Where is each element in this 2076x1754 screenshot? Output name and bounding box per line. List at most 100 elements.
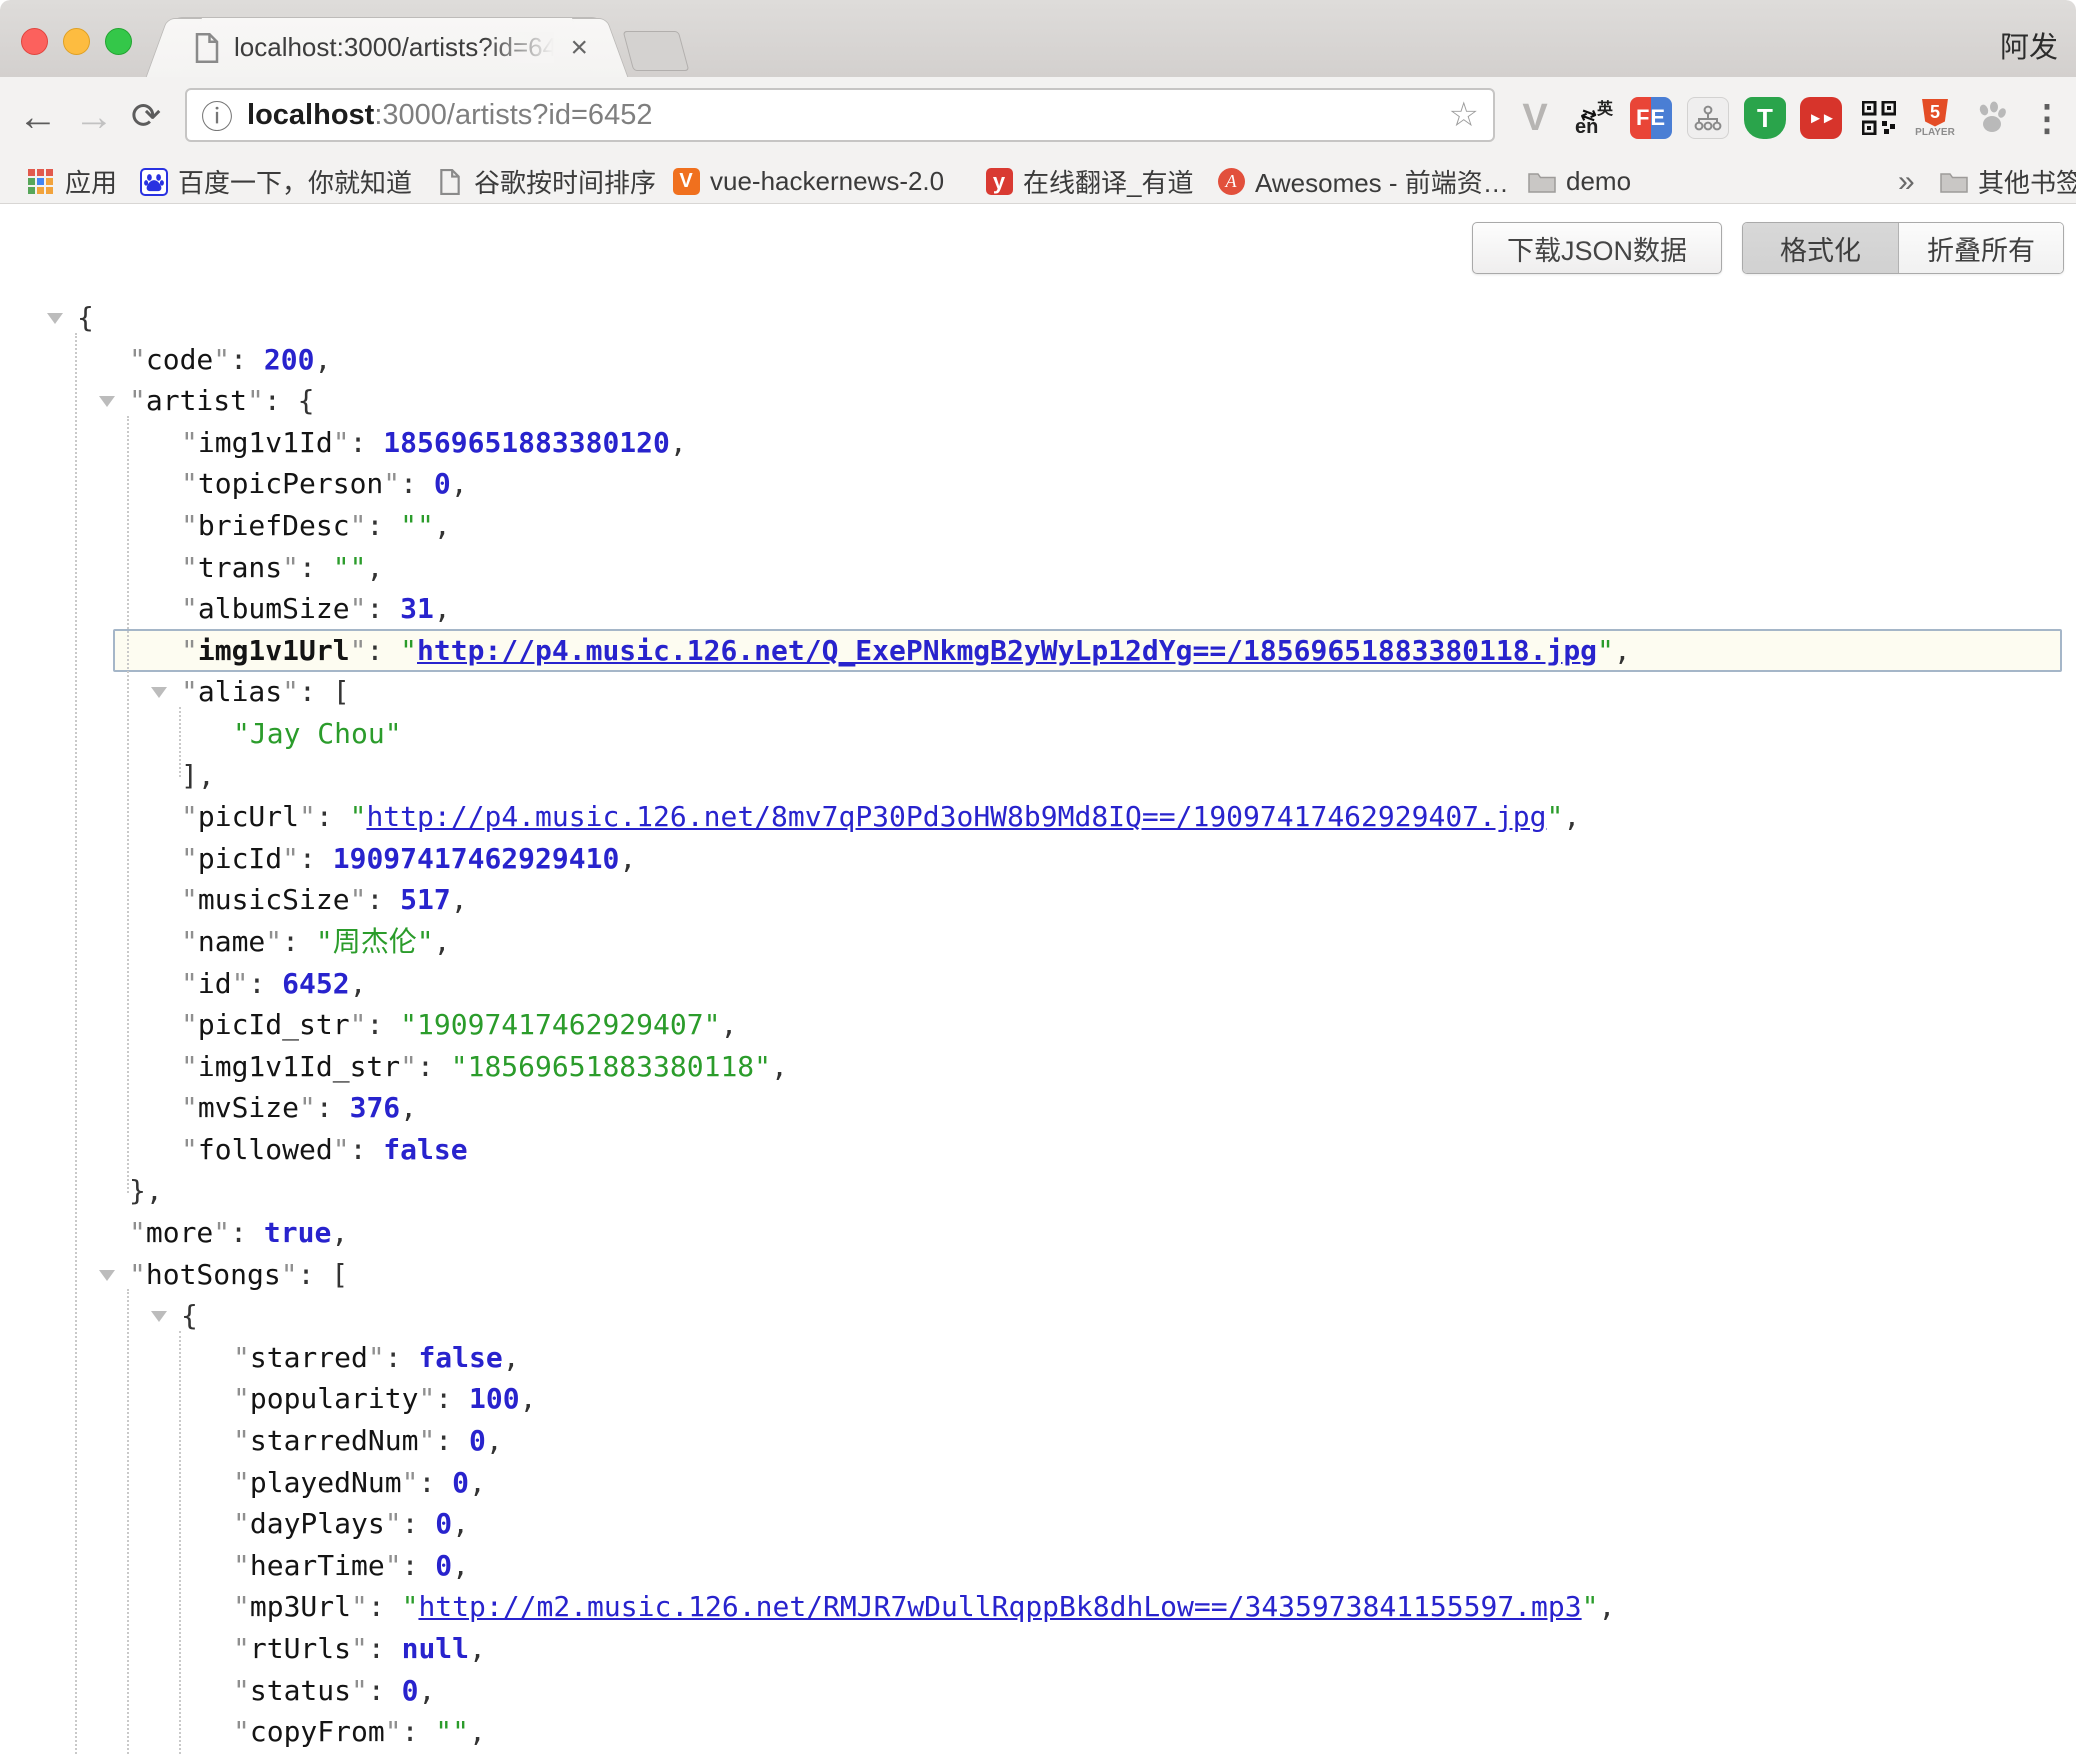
fe-extension-icon[interactable]: FE — [1630, 97, 1672, 139]
baidu-paw-icon — [140, 168, 168, 196]
json-line: "alias": [ — [0, 671, 2076, 713]
vue-v-icon: V — [672, 168, 700, 196]
json-line: "picId": 19097417462929410, — [0, 838, 2076, 880]
bookmark-folder-demo[interactable]: demo — [1528, 160, 1631, 203]
folder-icon — [1528, 168, 1556, 196]
bookmarks-bar: 应用 百度一下，你就知道 谷歌按时间排序 — [0, 160, 2076, 204]
paw-extension-icon[interactable] — [1970, 97, 2012, 139]
bookmark-youdao-translate[interactable]: y 在线翻译_有道 — [985, 160, 1193, 203]
translate-extension-icon[interactable]: 英 ⇄ en — [1573, 97, 1615, 139]
reload-icon[interactable]: ⟳ — [131, 91, 161, 141]
json-line: "id": 6452, — [0, 963, 2076, 1005]
download-json-button[interactable]: 下载JSON数据 — [1472, 222, 1722, 274]
json-line: "followed": false — [0, 1129, 2076, 1171]
json-line: "hotSongs": [ — [0, 1254, 2076, 1296]
indent-guide-line — [179, 707, 181, 777]
json-line: "playedNum": 0, — [0, 1462, 2076, 1504]
collapse-toggle-icon[interactable] — [151, 687, 167, 698]
json-viewer: { "code": 200,"artist": {"img1v1Id": 1856… — [0, 297, 2076, 1754]
bookmark-star-icon[interactable]: ☆ — [1449, 95, 1479, 135]
json-line: "rtUrls": null, — [0, 1628, 2076, 1670]
folder-icon — [1940, 168, 1968, 196]
bookmark-awesomes[interactable]: A Awesomes - 前端资… — [1217, 160, 1509, 203]
indent-guide-line — [127, 416, 129, 1194]
bookmark-vue-hackernews[interactable]: V vue-hackernews-2.0 — [672, 160, 944, 203]
page-favicon-icon — [194, 33, 220, 63]
json-line: "img1v1Id": 18569651883380120, — [0, 422, 2076, 464]
json-line: { — [0, 1295, 2076, 1337]
json-url-link[interactable]: http://p4.music.126.net/Q_ExePNkmgB2yWyL… — [417, 634, 1597, 667]
json-line: "briefDesc": "", — [0, 505, 2076, 547]
indent-guide-line — [75, 333, 77, 1754]
json-line: "mp3Url": "http://m2.music.126.net/RMJR7… — [0, 1586, 2076, 1628]
forward-icon[interactable]: → — [74, 89, 114, 145]
browser-menu-icon[interactable]: ⋮ — [2026, 97, 2068, 139]
page-info-icon[interactable]: ⓘ — [201, 92, 233, 138]
tab-title-fade — [484, 32, 554, 63]
collapse-all-button[interactable]: 折叠所有 — [1899, 223, 2063, 273]
close-window-button[interactable] — [21, 28, 48, 55]
document-icon — [436, 168, 464, 196]
collapse-toggle-icon[interactable] — [99, 1270, 115, 1281]
url-text[interactable]: localhost:3000/artists?id=6452 — [247, 99, 652, 132]
json-line: "code": 200, — [0, 339, 2076, 381]
traffic-lights — [21, 28, 132, 55]
collapse-toggle-icon[interactable] — [99, 396, 115, 407]
collapse-toggle-icon[interactable] — [151, 1311, 167, 1322]
indent-guide-line — [127, 1289, 129, 1754]
json-line: "Jay Chou" — [0, 713, 2076, 755]
profile-name[interactable]: 阿发 — [2000, 24, 2058, 66]
bookmarks-overflow-chevron[interactable]: » — [1898, 160, 1915, 203]
bookmark-baidu[interactable]: 百度一下，你就知道 — [140, 160, 412, 203]
toolbar: ← → ⟳ ⓘ localhost:3000/artists?id=6452 ☆… — [0, 77, 2076, 160]
json-line: "copyFrom": "", — [0, 1711, 2076, 1753]
back-icon[interactable]: ← — [18, 89, 58, 145]
qr-code-icon[interactable] — [1858, 97, 1900, 139]
tampermonkey-shield-icon[interactable]: T — [1744, 97, 1786, 139]
tab-strip: localhost:3000/artists?id=645 × 阿发 — [0, 0, 2076, 77]
collapse-toggle-icon[interactable] — [47, 313, 63, 324]
json-line: "musicSize": 517, — [0, 879, 2076, 921]
json-line: "mvSize": 376, — [0, 1087, 2076, 1129]
format-collapse-segmented-control: 格式化 折叠所有 — [1742, 222, 2064, 274]
bookmark-google-sort[interactable]: 谷歌按时间排序 — [436, 160, 656, 203]
indent-guide-line — [179, 1331, 181, 1754]
json-line: "popularity": 100, — [0, 1378, 2076, 1420]
sitemap-extension-icon[interactable] — [1687, 97, 1729, 139]
vue-devtools-icon[interactable]: V — [1514, 97, 1556, 139]
format-button[interactable]: 格式化 — [1743, 223, 1899, 273]
address-bar[interactable]: ⓘ localhost:3000/artists?id=6452 ☆ — [185, 88, 1495, 142]
json-line: "status": 0, — [0, 1670, 2076, 1712]
new-tab-button[interactable] — [623, 31, 690, 71]
json-line: "img1v1Id_str": "18569651883380118", — [0, 1046, 2076, 1088]
json-line: "trans": "", — [0, 547, 2076, 589]
json-line: "img1v1Url": "http://p4.music.126.net/Q_… — [0, 630, 2076, 672]
json-line: "artist": { — [0, 380, 2076, 422]
json-url-link[interactable]: http://m2.music.126.net/RMJR7wDullRqppBk… — [418, 1590, 1581, 1623]
json-line: "starredNum": 0, — [0, 1420, 2076, 1462]
bookmark-apps[interactable]: 应用 — [27, 160, 117, 203]
zoom-window-button[interactable] — [105, 28, 132, 55]
video-speed-icon[interactable]: ►► — [1800, 97, 1842, 139]
apps-grid-icon — [27, 168, 55, 196]
other-bookmarks-folder[interactable]: 其他书签 — [1940, 160, 2076, 203]
json-line: "topicPerson": 0, — [0, 463, 2076, 505]
json-line: "hearTime": 0, — [0, 1545, 2076, 1587]
tab-close-icon[interactable]: × — [570, 33, 588, 63]
json-line: }, — [0, 1170, 2076, 1212]
json-url-link[interactable]: http://p4.music.126.net/8mv7qP30Pd3oHW8b… — [366, 800, 1546, 833]
json-line: "starred": false, — [0, 1337, 2076, 1379]
json-line: "albumSize": 31, — [0, 588, 2076, 630]
json-line: "more": true, — [0, 1212, 2076, 1254]
browser-window: localhost:3000/artists?id=645 × 阿发 ← → ⟳… — [0, 0, 2076, 1754]
tab-title: localhost:3000/artists?id=645 — [234, 32, 554, 63]
youdao-y-icon: y — [985, 168, 1013, 196]
minimize-window-button[interactable] — [63, 28, 90, 55]
json-line: "picId_str": "19097417462929407", — [0, 1004, 2076, 1046]
browser-tab[interactable]: localhost:3000/artists?id=645 × — [172, 17, 602, 77]
html5-player-icon[interactable]: 5 PLAYER — [1914, 97, 1956, 139]
json-line: "dayPlays": 0, — [0, 1503, 2076, 1545]
awesomes-a-icon: A — [1217, 168, 1245, 196]
json-line: ], — [0, 755, 2076, 797]
json-line: "name": "周杰伦", — [0, 921, 2076, 963]
